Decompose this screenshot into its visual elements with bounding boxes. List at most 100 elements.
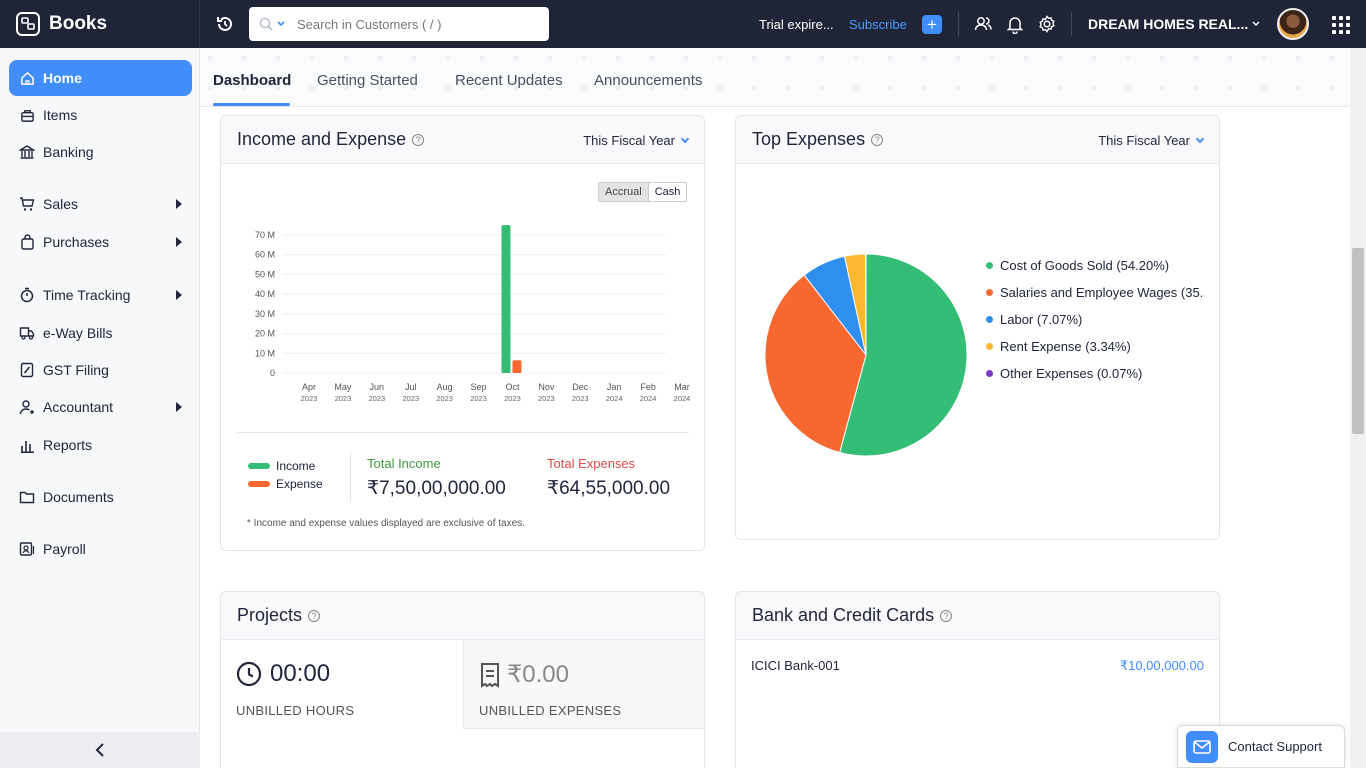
tab-announcements[interactable]: Announcements bbox=[594, 72, 702, 89]
pie-legend-item[interactable]: Rent Expense (3.34%) bbox=[986, 333, 1204, 360]
organization-name: DREAM HOMES REAL... bbox=[1088, 16, 1249, 32]
help-icon[interactable]: ? bbox=[940, 609, 953, 622]
legend-label: Cost of Goods Sold (54.20%) bbox=[1000, 258, 1170, 273]
tab-recent-updates[interactable]: Recent Updates bbox=[455, 72, 563, 89]
bell-icon[interactable] bbox=[1005, 14, 1025, 34]
search-input[interactable] bbox=[297, 16, 527, 32]
accrual-option[interactable]: Accrual bbox=[599, 183, 649, 201]
sidebar-item-home[interactable]: Home bbox=[9, 60, 192, 96]
collapse-sidebar-button[interactable] bbox=[0, 732, 200, 768]
x-tick-year: 2023 bbox=[368, 394, 385, 403]
global-search[interactable] bbox=[249, 7, 549, 41]
bank-account-balance[interactable]: ₹10,00,000.00 bbox=[1120, 658, 1204, 674]
period-label: This Fiscal Year bbox=[583, 133, 675, 148]
income-bar[interactable] bbox=[501, 225, 511, 373]
divider bbox=[1071, 12, 1072, 36]
user-icon bbox=[19, 399, 35, 415]
organization-switcher[interactable]: DREAM HOMES REAL... bbox=[1088, 16, 1260, 32]
x-tick-label: Aug bbox=[437, 382, 453, 392]
pie-legend-item[interactable]: Salaries and Employee Wages (35.32%) bbox=[986, 279, 1204, 306]
sidebar-item-documents[interactable]: Documents bbox=[9, 479, 192, 515]
x-tick-year: 2024 bbox=[640, 394, 657, 403]
x-tick-label: Nov bbox=[538, 382, 555, 392]
x-tick-label: Jun bbox=[370, 382, 385, 392]
divider bbox=[350, 452, 351, 502]
x-tick-label: Oct bbox=[505, 382, 520, 392]
divider bbox=[237, 432, 689, 433]
dashboard-tabs: Dashboard Getting Started Recent Updates… bbox=[200, 48, 1350, 107]
pie-legend-item[interactable]: Labor (7.07%) bbox=[986, 306, 1204, 333]
period-dropdown[interactable]: This Fiscal Year bbox=[583, 133, 690, 148]
x-tick-label: Dec bbox=[572, 382, 589, 392]
subscribe-link[interactable]: Subscribe bbox=[849, 17, 907, 32]
sidebar-item-payroll[interactable]: Payroll bbox=[9, 531, 192, 567]
legend-label: Income bbox=[276, 459, 316, 473]
quick-create-button[interactable]: + bbox=[922, 15, 942, 34]
projects-card: Projects ? 00:00 UNBILLED HOURS ₹0.00 UN… bbox=[220, 591, 705, 768]
bank-cards-card: Bank and Credit Cards ? ICICI Bank-001 ₹… bbox=[735, 591, 1220, 768]
contact-support-button[interactable]: Contact Support bbox=[1177, 725, 1345, 768]
x-tick-label: Jul bbox=[405, 382, 417, 392]
contact-support-label: Contact Support bbox=[1228, 739, 1322, 754]
sidebar-item-gst-filing[interactable]: GST Filing bbox=[9, 352, 192, 388]
legend-dot bbox=[986, 316, 993, 323]
legend-label: Expense bbox=[276, 477, 323, 491]
card-title: Income and Expense bbox=[237, 129, 407, 149]
sidebar-item-items[interactable]: Items bbox=[9, 97, 192, 133]
sidebar-item-e-way-bills[interactable]: e-Way Bills bbox=[9, 315, 192, 351]
sidebar-item-sales[interactable]: Sales bbox=[9, 186, 192, 222]
sidebar-item-purchases[interactable]: Purchases bbox=[9, 224, 192, 260]
tab-dashboard[interactable]: Dashboard bbox=[213, 72, 291, 89]
tab-getting-started[interactable]: Getting Started bbox=[317, 72, 418, 89]
chevron-down-icon bbox=[1252, 21, 1260, 27]
legend-label: Salaries and Employee Wages (35.32%) bbox=[1000, 285, 1204, 300]
brand[interactable]: Books bbox=[0, 0, 200, 48]
pie-legend-item[interactable]: Cost of Goods Sold (54.20%) bbox=[986, 252, 1204, 279]
x-tick-label: May bbox=[334, 382, 352, 392]
sidebar-item-label: Payroll bbox=[43, 541, 86, 557]
pie-legend-item[interactable]: Other Expenses (0.07%) bbox=[986, 360, 1204, 387]
unbilled-expenses-label: UNBILLED EXPENSES bbox=[479, 703, 622, 718]
legend-income: Income bbox=[248, 459, 315, 473]
help-icon[interactable]: ? bbox=[412, 133, 425, 146]
y-tick-label: 30 M bbox=[255, 309, 275, 319]
chevron-left-icon bbox=[95, 743, 104, 757]
recent-activity-icon[interactable] bbox=[214, 13, 236, 35]
legend-dot bbox=[986, 289, 993, 296]
period-label: This Fiscal Year bbox=[1098, 133, 1190, 148]
x-tick-year: 2023 bbox=[504, 394, 521, 403]
total-income-label: Total Income bbox=[367, 456, 441, 471]
truck-icon bbox=[19, 325, 35, 341]
bank-account-name[interactable]: ICICI Bank-001 bbox=[751, 658, 840, 673]
unbilled-hours-cell: 00:00 UNBILLED HOURS bbox=[221, 640, 463, 729]
sidebar-item-time-tracking[interactable]: Time Tracking bbox=[9, 277, 192, 313]
unbilled-hours-value: 00:00 bbox=[236, 660, 330, 688]
avatar[interactable] bbox=[1277, 8, 1309, 40]
expense-bar[interactable] bbox=[512, 360, 522, 373]
search-scope-dropdown[interactable] bbox=[259, 17, 285, 31]
x-tick-year: 2023 bbox=[335, 394, 352, 403]
sidebar-item-reports[interactable]: Reports bbox=[9, 427, 192, 463]
cash-option[interactable]: Cash bbox=[649, 183, 687, 201]
x-tick-year: 2024 bbox=[606, 394, 623, 403]
y-tick-label: 0 bbox=[270, 368, 275, 378]
help-icon[interactable]: ? bbox=[871, 133, 884, 146]
sidebar-item-accountant[interactable]: Accountant bbox=[9, 389, 192, 425]
page-scrollbar[interactable] bbox=[1350, 48, 1366, 768]
scrollbar-thumb[interactable] bbox=[1352, 248, 1364, 434]
users-icon[interactable] bbox=[973, 14, 993, 34]
app-grid-icon[interactable] bbox=[1332, 16, 1350, 34]
period-dropdown[interactable]: This Fiscal Year bbox=[1098, 133, 1205, 148]
gear-icon[interactable] bbox=[1037, 14, 1057, 34]
card-title: Projects bbox=[237, 605, 303, 625]
income-expense-card: Income and Expense ? This Fiscal Year Ac… bbox=[220, 115, 705, 551]
trial-status: Trial expire... bbox=[759, 17, 834, 32]
help-icon[interactable]: ? bbox=[308, 609, 321, 622]
x-tick-year: 2023 bbox=[470, 394, 487, 403]
sidebar-item-label: Banking bbox=[43, 144, 94, 160]
main-content: Dashboard Getting Started Recent Updates… bbox=[200, 48, 1350, 768]
x-tick-label: Jan bbox=[607, 382, 622, 392]
sidebar-item-banking[interactable]: Banking bbox=[9, 134, 192, 170]
legend-label: Rent Expense (3.34%) bbox=[1000, 339, 1131, 354]
plus-icon: + bbox=[927, 15, 937, 34]
